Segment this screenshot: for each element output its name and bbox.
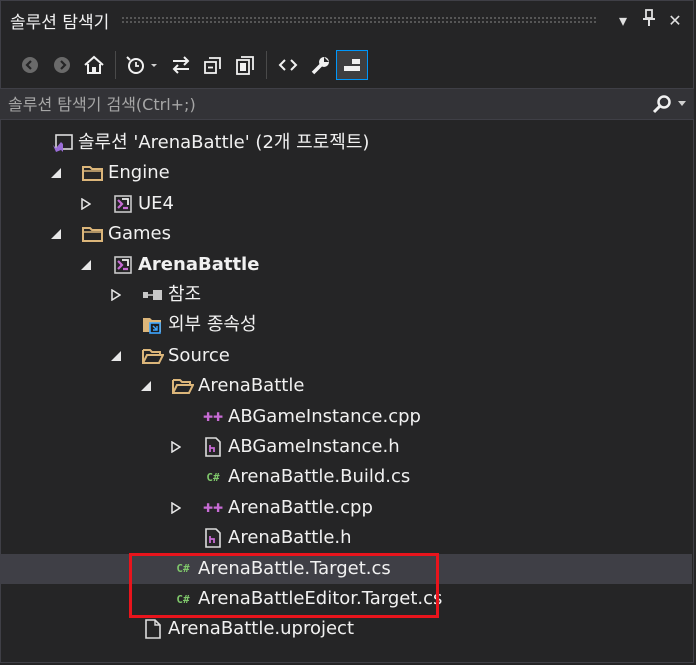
- tree-item[interactable]: ✚✚ ABGameInstance.cpp: [0, 402, 692, 432]
- collapse-all-button[interactable]: [197, 50, 229, 80]
- chevron-down-icon: [678, 101, 686, 106]
- tree-item[interactable]: UE4: [0, 189, 692, 219]
- back-icon: [22, 57, 38, 73]
- search-options-button[interactable]: [636, 94, 694, 114]
- pin-icon: [643, 9, 655, 26]
- toolbar-separator: [115, 51, 116, 79]
- tree-item[interactable]: Engine: [0, 158, 692, 188]
- open-folder-icon: [172, 376, 194, 396]
- tree-item-label: ABGameInstance.h: [228, 436, 400, 457]
- tree-item-label: ArenaBattle.Build.cs: [228, 466, 411, 488]
- expand-arrow-expanded-icon[interactable]: [48, 219, 64, 249]
- tree-item[interactable]: 외부 종속성: [0, 310, 692, 340]
- search-bar: [0, 88, 694, 120]
- tree-item[interactable]: ArenaBattle: [0, 250, 692, 280]
- tree-item[interactable]: ArenaBattle.uproject: [0, 614, 692, 644]
- solution-icon: [52, 133, 74, 153]
- header-file-icon: [202, 528, 224, 548]
- back-button[interactable]: [14, 50, 46, 80]
- cpp-file-icon: ✚✚: [202, 500, 224, 515]
- search-input[interactable]: [0, 93, 636, 115]
- tree-item-label: Source: [168, 344, 230, 366]
- window-position-dropdown-button[interactable]: ▾: [610, 11, 636, 30]
- tree-item[interactable]: 솔루션 'ArenaBattle' (2개 프로젝트): [0, 128, 692, 158]
- preview-icon: [344, 59, 360, 71]
- header-file-icon: [202, 437, 224, 457]
- toolbar-separator: [266, 51, 267, 79]
- properties-icon: [311, 57, 329, 75]
- tree-item[interactable]: ArenaBattle: [0, 371, 692, 401]
- expand-arrow-collapsed-icon[interactable]: [78, 189, 94, 219]
- view-code-icon: [278, 59, 298, 71]
- home-icon: [84, 55, 104, 74]
- tree-item-label: ArenaBattle: [138, 253, 260, 275]
- tree-item-label: Engine: [108, 162, 170, 184]
- preview-selected-items-button[interactable]: [336, 50, 368, 80]
- tree-item-label: ArenaBattle.uproject: [168, 618, 355, 640]
- expand-arrow-expanded-icon[interactable]: [48, 158, 64, 188]
- tree-item[interactable]: Games: [0, 219, 692, 249]
- history-icon: [126, 56, 157, 74]
- expand-arrow-collapsed-icon[interactable]: [168, 432, 184, 462]
- csharp-file-icon: C#: [206, 470, 220, 484]
- open-folder-icon: [142, 346, 164, 366]
- tree-item-label: ArenaBattle: [198, 375, 305, 397]
- properties-button[interactable]: [304, 50, 336, 80]
- expand-arrow-expanded-icon[interactable]: [108, 341, 124, 371]
- panel-title: 솔루션 탐색기: [10, 12, 110, 33]
- tree-item-label: Games: [108, 223, 171, 245]
- show-all-files-icon: [236, 56, 254, 75]
- expand-arrow-collapsed-icon[interactable]: [108, 280, 124, 310]
- tree-item[interactable]: ✚✚ ArenaBattle.cpp: [0, 493, 692, 523]
- close-button[interactable]: ✕: [662, 11, 688, 30]
- drag-grip[interactable]: [121, 16, 596, 24]
- history-button[interactable]: [121, 50, 165, 80]
- tree-item[interactable]: Source: [0, 341, 692, 371]
- project-icon: [112, 194, 134, 214]
- sync-button[interactable]: [165, 50, 197, 80]
- project-icon: [112, 255, 134, 275]
- tree-item-label: ABGameInstance.cpp: [228, 405, 421, 427]
- expand-arrow-expanded-icon[interactable]: [78, 250, 94, 280]
- tree-item-label: UE4: [138, 192, 174, 214]
- external-deps-icon: [142, 315, 164, 335]
- forward-button[interactable]: [46, 50, 78, 80]
- tree-item[interactable]: 참조: [0, 280, 692, 310]
- cpp-file-icon: ✚✚: [202, 409, 224, 424]
- folder-icon: [82, 224, 104, 244]
- tree-item[interactable]: ArenaBattle.h: [0, 523, 692, 553]
- expand-arrow-collapsed-icon[interactable]: [168, 493, 184, 523]
- tree-item[interactable]: C# ArenaBattle.Build.cs: [0, 462, 692, 492]
- search-icon: [652, 95, 671, 114]
- view-code-button[interactable]: [272, 50, 304, 80]
- annotation-highlight-box: [129, 553, 439, 618]
- tree-item[interactable]: ABGameInstance.h: [0, 432, 692, 462]
- tree-item-label: ArenaBattle.h: [228, 527, 352, 549]
- pin-button[interactable]: [636, 9, 662, 31]
- toolbar: [0, 46, 696, 84]
- expand-arrow-expanded-icon[interactable]: [138, 371, 154, 401]
- references-icon: [142, 285, 164, 305]
- forward-icon: [54, 57, 70, 73]
- tree-item-label: ArenaBattle.cpp: [228, 496, 373, 518]
- sync-icon: [172, 56, 190, 74]
- file-icon: [142, 619, 164, 640]
- folder-icon: [82, 163, 104, 183]
- tree-item-label: 솔루션 'ArenaBattle' (2개 프로젝트): [78, 132, 370, 153]
- home-button[interactable]: [78, 50, 110, 80]
- tree-item-label: 외부 종속성: [168, 314, 257, 336]
- title-bar: 솔루션 탐색기 ▾ ✕: [0, 0, 696, 40]
- show-all-files-button[interactable]: [229, 50, 261, 80]
- tree-item-label: 참조: [168, 284, 202, 305]
- collapse-all-icon: [204, 57, 221, 74]
